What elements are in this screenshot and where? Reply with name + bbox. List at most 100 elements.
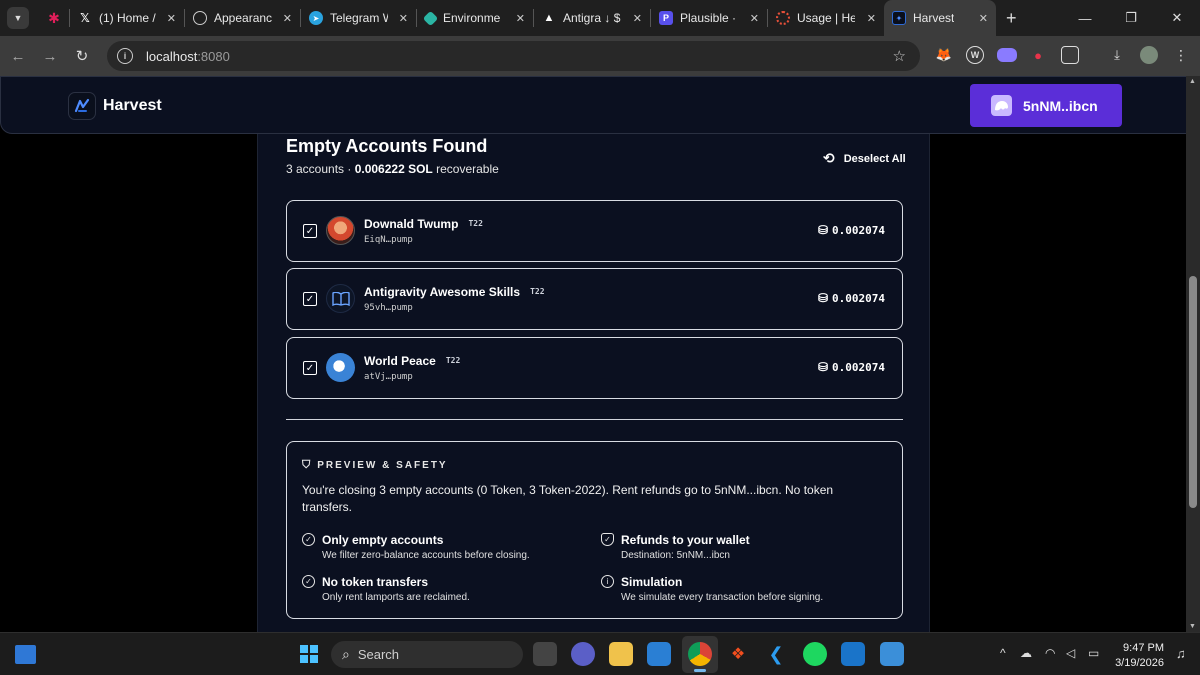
token-mint-address: 95vh…pump [364,303,413,313]
account-row[interactable]: ✓ Antigravity Awesome Skills T22 95vh…pum… [286,268,903,330]
token-name: Downald Twump [364,217,459,231]
url-host: localhost [146,48,198,64]
feature-desc: We filter zero-balance accounts before c… [322,550,530,561]
tab-helius-usage[interactable]: Usage | Hel ✕ [768,0,884,36]
vscode-icon[interactable]: ❮ [764,642,788,666]
feature-title: No token transfers [322,575,429,589]
spotify-icon[interactable] [803,642,827,666]
onedrive-icon[interactable]: ☁ [1020,646,1032,660]
results-summary: 3 accounts · 0.006222 SOL recoverable [286,162,499,176]
scroll-up-icon[interactable]: ▲ [1189,78,1196,85]
store-icon[interactable] [647,642,671,666]
browser-tab-strip: ▼ ✱ 𝕏 (1) Home / ✕ Appearance ✕ ➤ Telegr… [0,0,1200,36]
phantom-extension-icon[interactable] [997,48,1017,62]
tab-telegram[interactable]: ➤ Telegram W ✕ [301,0,416,36]
url-bar[interactable]: i localhost:8080 ☆ [107,41,920,71]
download-icon[interactable]: ⤓ [1108,46,1126,64]
tab-harvest[interactable]: ✦ Harvest ✕ [884,0,996,36]
brand-name[interactable]: Harvest [103,97,162,115]
close-icon[interactable]: ✕ [391,12,408,25]
site-info-icon[interactable]: i [117,48,133,64]
x-icon: 𝕏 [80,11,90,25]
metamask-extension-icon[interactable]: 🦊 [935,46,953,64]
taskbar-search[interactable]: ⌕ Search [331,641,523,668]
results-panel: Empty Accounts Found 3 accounts · 0.0062… [257,134,930,632]
close-icon[interactable]: ✕ [742,12,759,25]
rent-amount: 0.002074 [832,291,885,305]
photos-icon[interactable] [880,642,904,666]
reload-button[interactable]: ↻ [66,47,98,65]
tab-search-button[interactable]: ▼ [7,7,29,29]
deselect-all-button[interactable]: ⟲ Deselect All [823,150,906,167]
taskbar-clock[interactable]: 9:47 PM 3/19/2026 [1112,641,1164,671]
restore-button[interactable]: ❐ [1108,0,1154,36]
tab-x-home[interactable]: 𝕏 (1) Home / ✕ [70,0,184,36]
wifi-icon[interactable]: ◠ [1045,646,1055,660]
task-view-icon[interactable] [533,642,557,666]
volume-icon[interactable]: ◁ [1066,646,1075,660]
close-icon[interactable]: ✕ [275,12,292,25]
outlook-icon[interactable] [841,642,865,666]
coins-icon: ⛁ [817,223,829,237]
scrollbar-thumb[interactable] [1189,276,1197,508]
close-icon[interactable]: ✕ [859,12,876,25]
battery-icon[interactable]: ▭ [1088,646,1099,660]
github-icon [193,11,207,25]
account-checkbox[interactable]: ✓ [303,292,317,306]
app-header: Harvest 5nNM..ibcn [0,76,1200,134]
windows-taskbar: ⌕ Search ❖ ❮ ^ ☁ ◠ ◁ ▭ 9:47 PM 3/19/2026… [0,632,1200,675]
book-avatar-icon [326,284,355,313]
feature-title: Simulation [621,575,683,589]
tab-antigravity[interactable]: ▲ Antigra ↓ $ ✕ [534,0,650,36]
coins-icon: ⛁ [817,291,829,305]
account-checkbox[interactable]: ✓ [303,224,317,238]
feature-desc: Only rent lamports are reclaimed. [322,592,470,603]
feature-title: Refunds to your wallet [621,533,750,547]
start-button[interactable] [297,642,321,666]
tray-overflow-icon[interactable]: ^ [1000,646,1006,660]
wallet-button[interactable]: 5nNM..ibcn [970,84,1122,127]
widgets-icon[interactable] [15,645,36,664]
close-icon[interactable]: ✕ [971,12,988,25]
w-extension-icon[interactable]: W [966,46,984,64]
clock-date: 3/19/2026 [1115,657,1164,669]
backpack-extension-icon[interactable]: ● [1029,46,1047,64]
page-scrollbar[interactable]: ▲ ▼ [1186,76,1200,632]
tab-github-appearance[interactable]: Appearance ✕ [185,0,300,36]
helius-icon [776,11,790,25]
profile-avatar[interactable] [1140,46,1158,64]
tab-slack[interactable]: ✱ [39,0,69,36]
close-icon[interactable]: ✕ [625,12,642,25]
forward-button[interactable]: → [34,48,66,65]
results-title: Empty Accounts Found [286,136,488,156]
preview-safety-card: ⛉ PREVIEW & SAFETY You're closing 3 empt… [286,441,903,619]
coins-icon: ⛁ [817,360,829,374]
close-icon[interactable]: ✕ [159,12,176,25]
tab-environment[interactable]: Environmen ✕ [417,0,533,36]
close-icon[interactable]: ✕ [508,12,525,25]
close-window-button[interactable]: ✕ [1154,0,1200,36]
extensions-puzzle-icon[interactable] [1061,46,1079,64]
figma-icon[interactable]: ❖ [726,642,750,666]
back-button[interactable]: ← [2,48,34,65]
dove-avatar-icon [326,353,355,382]
tab-plausible[interactable]: P Plausible · ✕ [651,0,767,36]
scroll-down-icon[interactable]: ▼ [1189,623,1196,630]
minimize-button[interactable]: — [1062,0,1108,36]
check-circle-icon: ✓ [302,533,315,546]
file-explorer-icon[interactable] [609,642,633,666]
safety-heading: PREVIEW & SAFETY [317,460,448,471]
bookmark-star-icon[interactable]: ☆ [893,47,906,65]
notification-bell-icon[interactable]: ♫ [1176,646,1186,661]
teams-chat-icon[interactable] [571,642,595,666]
feature-title: Only empty accounts [322,533,444,547]
url-port: :8080 [197,48,230,64]
account-row[interactable]: ✓ World Peace T22 atVj…pump ⛁ 0.002074 [286,337,903,399]
account-checkbox[interactable]: ✓ [303,361,317,375]
new-tab-button[interactable]: + [1006,8,1017,29]
browser-menu-icon[interactable]: ⋮ [1172,46,1190,64]
harvest-logo-icon[interactable] [68,92,96,120]
tab-list: ✱ 𝕏 (1) Home / ✕ Appearance ✕ ➤ Telegram… [39,0,1017,36]
account-row[interactable]: ✓ Downald Twump T22 EiqN…pump ⛁ 0.002074 [286,200,903,262]
chrome-icon[interactable] [688,642,712,666]
